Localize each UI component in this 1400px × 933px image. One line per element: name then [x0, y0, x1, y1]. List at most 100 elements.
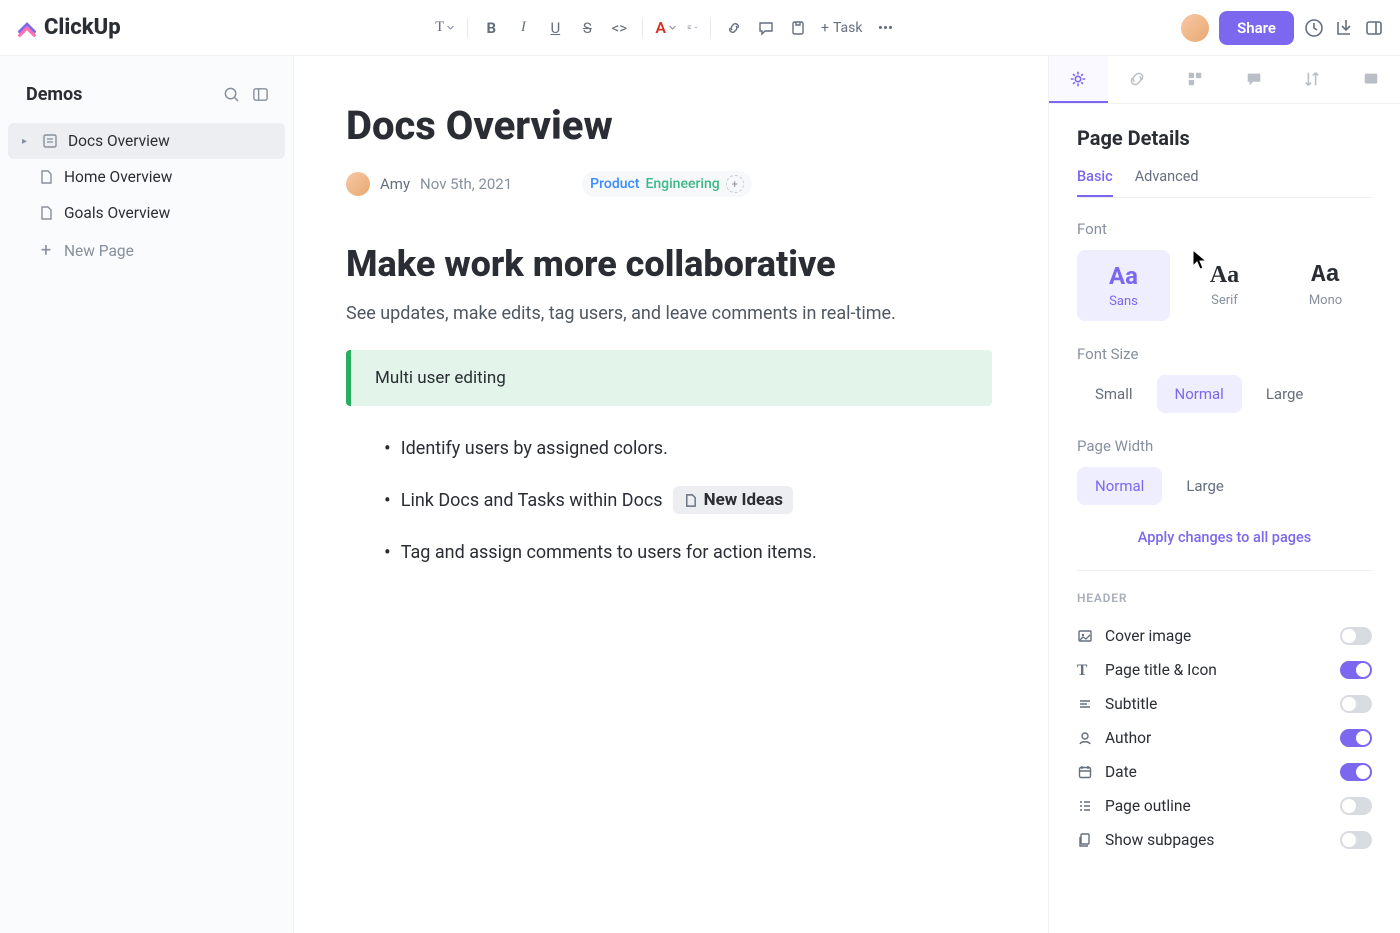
doc-date: Nov 5th, 2021 — [420, 175, 512, 193]
toggle-row-author: Author — [1077, 721, 1372, 755]
toggle-title[interactable] — [1340, 661, 1372, 679]
page-title[interactable]: Docs Overview — [346, 102, 992, 149]
author-name: Amy — [380, 175, 410, 193]
toggle-cover[interactable] — [1340, 627, 1372, 645]
toggle-author[interactable] — [1340, 729, 1372, 747]
width-large[interactable]: Large — [1168, 467, 1242, 505]
toggle-row-outline: Page outline — [1077, 789, 1372, 823]
font-label: Font — [1077, 220, 1372, 238]
panel-tab-sort[interactable] — [1283, 56, 1342, 103]
fontsize-normal[interactable]: Normal — [1157, 375, 1242, 413]
doc-heading[interactable]: Make work more collaborative — [346, 243, 992, 285]
align-dropdown[interactable] — [683, 23, 702, 32]
subtab-basic[interactable]: Basic — [1077, 168, 1113, 197]
doc-paragraph[interactable]: See updates, make edits, tag users, and … — [346, 303, 992, 324]
clickup-logo-icon — [16, 17, 38, 39]
font-options: AaSans AaSerif AaMono — [1077, 250, 1372, 321]
import-icon[interactable] — [1334, 18, 1354, 38]
link-button[interactable] — [719, 13, 749, 43]
add-task-button[interactable]: +Task — [815, 20, 868, 36]
panel-tab-settings[interactable] — [1049, 56, 1108, 103]
list-item[interactable]: Identify users by assigned colors. — [384, 436, 992, 460]
width-options: Normal Large — [1077, 467, 1372, 505]
doc-tags: Product Engineering + — [582, 171, 752, 197]
calendar-icon — [1077, 764, 1093, 780]
toggle-row-subpages: Show subpages — [1077, 823, 1372, 857]
text-color-dropdown[interactable]: A — [651, 18, 681, 37]
share-button[interactable]: Share — [1219, 11, 1294, 45]
collapse-sidebar-icon[interactable] — [252, 86, 269, 103]
panel-toggle-icon[interactable] — [1364, 18, 1384, 38]
toggle-subpages[interactable] — [1340, 831, 1372, 849]
history-icon[interactable] — [1304, 18, 1324, 38]
width-normal[interactable]: Normal — [1077, 467, 1162, 505]
sidebar-header: Demos — [8, 76, 285, 123]
toggle-outline[interactable] — [1340, 797, 1372, 815]
fontsize-small[interactable]: Small — [1077, 375, 1151, 413]
comment-icon — [1245, 70, 1263, 88]
brand-logo[interactable]: ClickUp — [16, 15, 121, 40]
fontsize-options: Small Normal Large — [1077, 375, 1372, 413]
panel-tab-comments[interactable] — [1225, 56, 1284, 103]
apply-all-link[interactable]: Apply changes to all pages — [1077, 529, 1372, 546]
attachment-button[interactable] — [783, 13, 813, 43]
page-icon — [38, 169, 54, 185]
toggle-row-cover: Cover image — [1077, 619, 1372, 653]
list-item[interactable]: Tag and assign comments to users for act… — [384, 540, 992, 564]
callout-block[interactable]: Multi user editing — [346, 350, 992, 406]
doc-icon — [42, 133, 58, 149]
subtitle-icon — [1077, 696, 1093, 712]
code-button[interactable]: <> — [604, 13, 634, 43]
strikethrough-button[interactable]: S — [572, 13, 602, 43]
toggle-subtitle[interactable] — [1340, 695, 1372, 713]
title-icon: T — [1077, 662, 1093, 678]
underline-button[interactable]: U — [540, 13, 570, 43]
brand-name: ClickUp — [44, 15, 121, 40]
sidebar-item-goals-overview[interactable]: Goals Overview — [8, 195, 285, 231]
toggle-row-title: TPage title & Icon — [1077, 653, 1372, 687]
doc-list: Identify users by assigned colors. Link … — [346, 436, 992, 564]
sidebar-item-docs-overview[interactable]: ▸ Docs Overview — [8, 123, 285, 159]
doc-meta: Amy Nov 5th, 2021 Product Engineering + — [346, 171, 992, 197]
pages-icon — [1077, 832, 1093, 848]
subtab-advanced[interactable]: Advanced — [1135, 168, 1199, 197]
page-icon — [38, 205, 54, 221]
frame-icon — [1362, 70, 1380, 88]
fontsize-large[interactable]: Large — [1248, 375, 1322, 413]
bold-button[interactable]: B — [476, 13, 506, 43]
topbar-right: Share — [1181, 11, 1384, 45]
board-icon — [1186, 70, 1204, 88]
fontsize-label: Font Size — [1077, 345, 1372, 363]
sidebar-item-home-overview[interactable]: Home Overview — [8, 159, 285, 195]
header-section-label: HEADER — [1077, 591, 1372, 605]
list-item[interactable]: Link Docs and Tasks within Docs New Idea… — [384, 486, 992, 514]
panel-tab-templates[interactable] — [1166, 56, 1225, 103]
author-avatar[interactable] — [346, 172, 370, 196]
comment-button[interactable] — [751, 13, 781, 43]
outline-icon — [1077, 798, 1093, 814]
italic-button[interactable]: I — [508, 13, 538, 43]
text-style-dropdown[interactable]: T — [431, 19, 459, 36]
more-button[interactable]: ••• — [871, 13, 901, 43]
sidebar-title: Demos — [26, 84, 82, 105]
panel-tab-relations[interactable] — [1108, 56, 1167, 103]
panel-tab-protect[interactable] — [1342, 56, 1400, 103]
font-option-sans[interactable]: AaSans — [1077, 250, 1170, 321]
font-option-serif[interactable]: AaSerif — [1178, 250, 1271, 321]
sidebar-new-page[interactable]: + New Page — [8, 231, 285, 270]
width-label: Page Width — [1077, 437, 1372, 455]
tag-product[interactable]: Product — [590, 176, 639, 192]
plus-icon: + — [38, 240, 54, 261]
toggle-row-date: Date — [1077, 755, 1372, 789]
linked-doc-chip[interactable]: New Ideas — [673, 486, 793, 514]
toggle-date[interactable] — [1340, 763, 1372, 781]
font-option-mono[interactable]: AaMono — [1279, 250, 1372, 321]
add-tag-button[interactable]: + — [726, 175, 744, 193]
search-icon[interactable] — [223, 86, 240, 103]
link-chain-icon — [1128, 70, 1146, 88]
topbar: ClickUp T B I U S <> A +Ta — [0, 0, 1400, 56]
user-avatar[interactable] — [1181, 14, 1209, 42]
sidebar: Demos ▸ Docs Overview Home Overview Goal… — [0, 56, 294, 933]
tag-engineering[interactable]: Engineering — [645, 176, 719, 192]
document-main: Docs Overview Amy Nov 5th, 2021 Product … — [294, 56, 1048, 933]
